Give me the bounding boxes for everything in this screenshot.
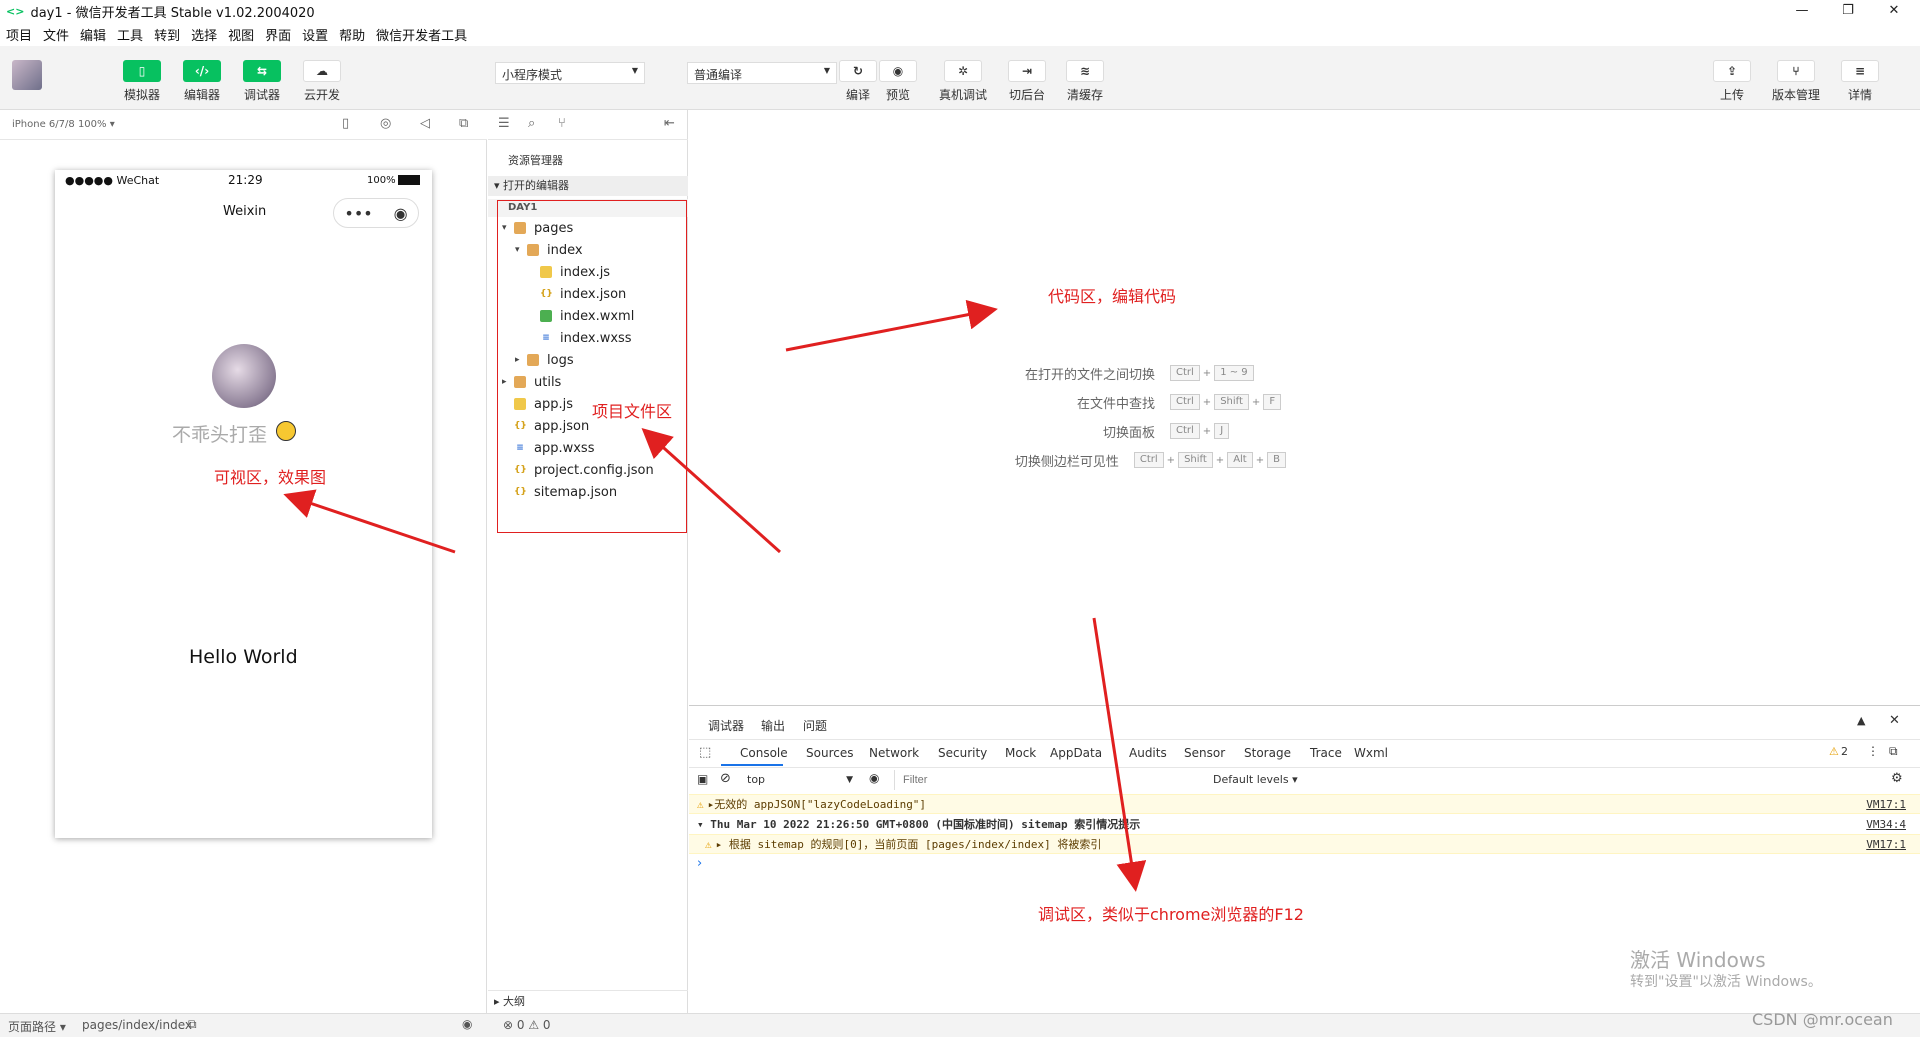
- annotation-arrows: [283, 299, 1147, 892]
- windows-watermark-title: 激活 Windows: [1630, 948, 1766, 972]
- arrow-debug: [1092, 617, 1147, 892]
- windows-watermark-sub: 转到"设置"以激活 Windows。: [1630, 974, 1822, 990]
- arrow-files: [641, 427, 782, 554]
- arrow-code: [785, 299, 998, 352]
- arrow-view: [283, 489, 456, 554]
- annotation-debug: 调试区，类似于chrome浏览器的F12: [1038, 905, 1304, 924]
- annotation-view: 可视区，效果图: [214, 468, 327, 487]
- csdn-watermark: CSDN @mr.ocean: [1752, 1010, 1893, 1029]
- annotation-files: 项目文件区: [592, 402, 673, 421]
- annotation-code: 代码区，编辑代码: [1048, 287, 1177, 306]
